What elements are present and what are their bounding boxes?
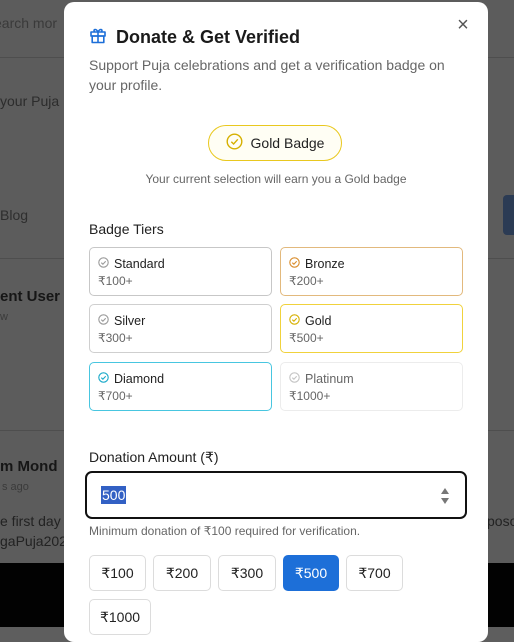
donation-amount-value: 500 — [101, 486, 127, 504]
post-author[interactable]: ent User — [0, 288, 60, 305]
post-body-line: posolu — [487, 513, 514, 529]
donation-amount-label: Donation Amount (₹) — [89, 449, 219, 465]
close-button[interactable]: × — [454, 15, 472, 35]
post-body-line: e first day o — [0, 513, 73, 529]
post-hashtag[interactable]: gaPuja202 — [0, 533, 67, 549]
check-circle-icon — [289, 372, 305, 386]
tier-card-bronze[interactable]: Bronze ₹200+ — [280, 247, 463, 296]
tier-card-silver[interactable]: Silver ₹300+ — [89, 304, 272, 353]
number-spinner-icon[interactable] — [441, 487, 449, 510]
check-circle-icon — [226, 133, 251, 153]
tier-price: ₹1000+ — [289, 389, 331, 403]
blog-button[interactable] — [503, 195, 514, 235]
donation-amount-input[interactable]: 500 — [85, 471, 467, 519]
post-author[interactable]: m Mond — [0, 458, 58, 475]
post-time: w — [0, 311, 8, 323]
tier-name: Silver — [114, 314, 146, 328]
tier-name: Standard — [114, 257, 165, 271]
tier-name: Gold — [305, 314, 332, 328]
check-circle-icon — [98, 314, 114, 328]
check-circle-icon — [289, 314, 305, 328]
tier-price: ₹700+ — [98, 389, 133, 403]
check-circle-icon — [98, 372, 114, 386]
check-circle-icon — [98, 257, 114, 271]
minimum-donation-note: Minimum donation of ₹100 required for ve… — [89, 524, 361, 538]
tier-price: ₹500+ — [289, 331, 324, 345]
tier-price: ₹300+ — [98, 331, 133, 345]
search-input[interactable]: earch mor — [0, 15, 57, 31]
tier-card-standard[interactable]: Standard ₹100+ — [89, 247, 272, 296]
modal-header: Donate & Get Verified — [89, 26, 300, 49]
selected-badge-label: Gold Badge — [250, 135, 325, 151]
tier-price: ₹200+ — [289, 274, 324, 288]
tier-price: ₹100+ — [98, 274, 133, 288]
modal-subtitle: Support Puja celebrations and get a veri… — [89, 57, 445, 93]
tier-card-platinum[interactable]: Platinum ₹1000+ — [280, 362, 463, 411]
amount-button-300[interactable]: ₹300 — [218, 555, 276, 591]
modal-title: Donate & Get Verified — [116, 27, 301, 47]
blog-label: Blog — [0, 207, 29, 223]
create-post-prompt[interactable]: your Puja — [0, 93, 59, 109]
tier-card-diamond[interactable]: Diamond ₹700+ — [89, 362, 272, 411]
amount-button-700[interactable]: ₹700 — [346, 555, 403, 591]
check-circle-icon — [289, 257, 305, 271]
donate-modal: × Donate & Get Verified Support Puja cel… — [64, 2, 488, 642]
gift-icon — [89, 26, 116, 49]
selected-badge-pill: Gold Badge — [208, 125, 342, 161]
tier-card-gold[interactable]: Gold ₹500+ — [280, 304, 463, 353]
post-time: s ago — [2, 481, 29, 493]
amount-button-500[interactable]: ₹500 — [283, 555, 339, 591]
tier-name: Diamond — [114, 372, 165, 386]
amount-button-1000[interactable]: ₹1000 — [89, 599, 151, 635]
selection-note: Your current selection will earn you a G… — [145, 172, 407, 186]
amount-button-200[interactable]: ₹200 — [153, 555, 211, 591]
tier-name: Platinum — [305, 372, 354, 386]
tier-name: Bronze — [305, 257, 345, 271]
badge-tiers-heading: Badge Tiers — [89, 221, 164, 237]
amount-button-100[interactable]: ₹100 — [89, 555, 146, 591]
